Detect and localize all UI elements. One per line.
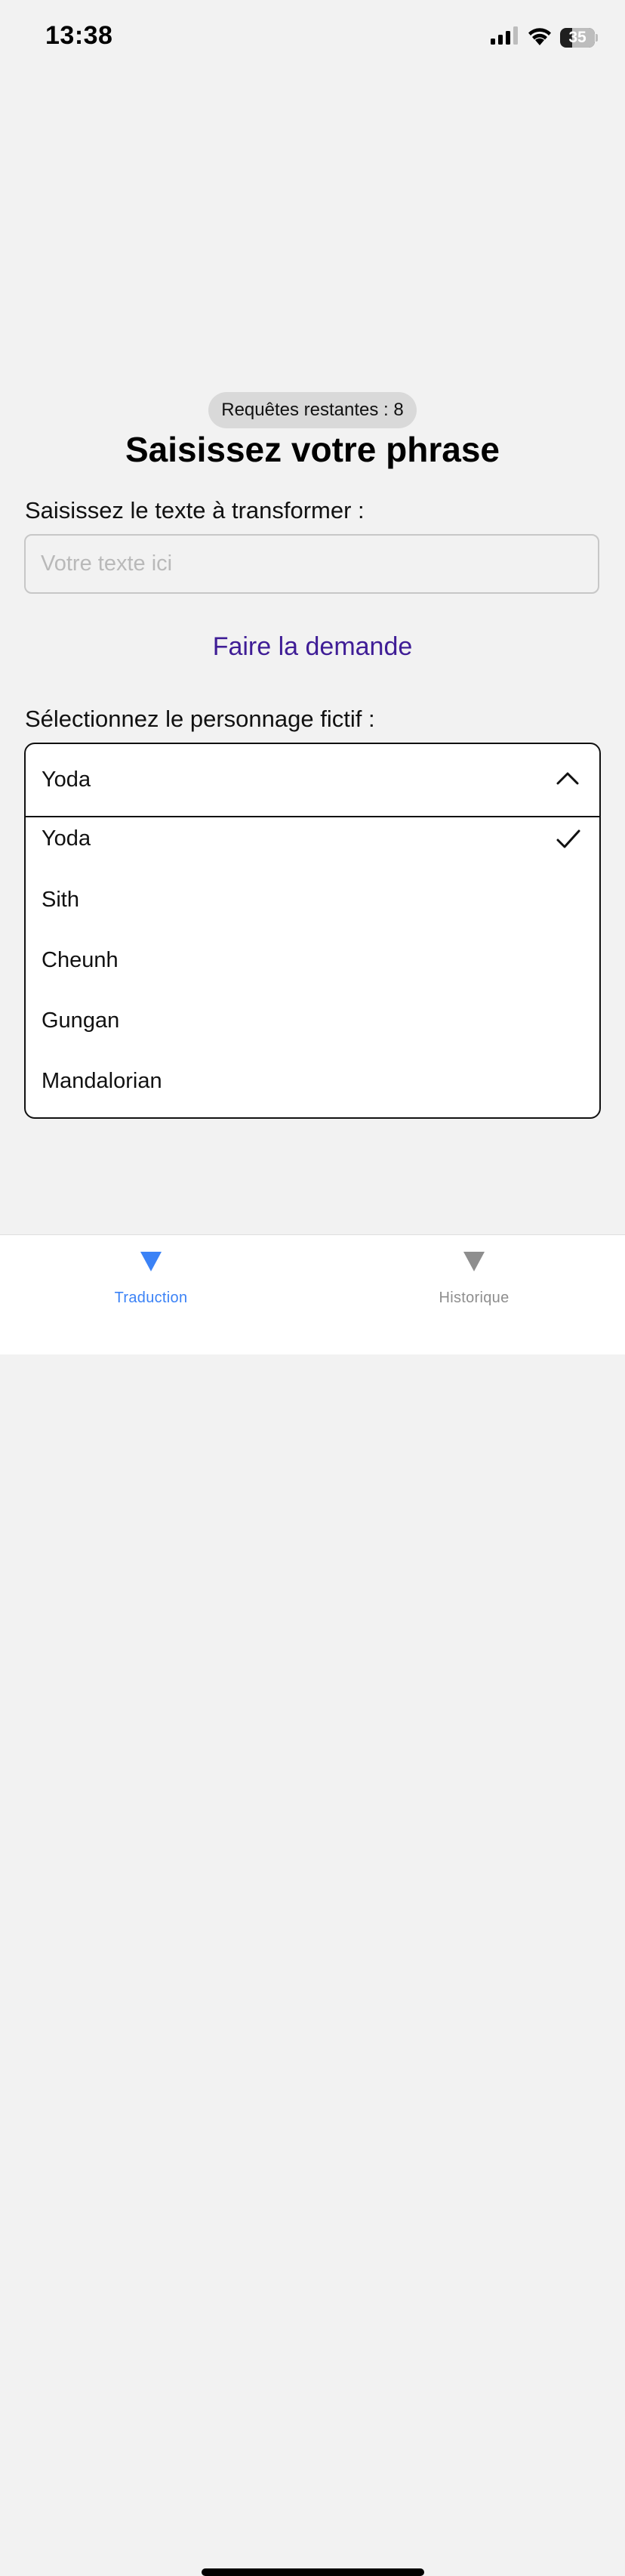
tab-translation[interactable]: Traduction (0, 1235, 312, 1318)
checkmark-icon (556, 829, 580, 848)
character-option-label: Sith (42, 888, 79, 912)
character-option-label: Cheunh (42, 948, 119, 972)
text-input-label: Saisissez le texte à transformer : (25, 497, 365, 524)
selected-character: Yoda (42, 768, 91, 792)
character-option-label: Mandalorian (42, 1069, 162, 1093)
character-option-mandalorian[interactable]: Mandalorian (26, 1059, 599, 1117)
tab-bar: Traduction Historique (0, 1234, 625, 2576)
character-option-yoda[interactable]: Yoda (26, 817, 599, 878)
character-option-label: Gungan (42, 1008, 120, 1033)
status-time: 13:38 (45, 21, 113, 50)
battery-icon: 35 (560, 27, 598, 48)
tab-history-label: Historique (439, 1290, 510, 1306)
character-option-label: Yoda (42, 826, 91, 851)
chevron-up-icon (556, 772, 579, 785)
text-input[interactable] (24, 534, 599, 594)
battery-level: 35 (568, 28, 587, 46)
tab-history[interactable]: Historique (312, 1235, 625, 1318)
triangle-down-icon (463, 1252, 485, 1271)
tab-translation-label: Traduction (114, 1290, 188, 1306)
submit-request-button[interactable]: Faire la demande (0, 627, 625, 666)
cellular-signal-icon (491, 26, 519, 48)
home-indicator (202, 2568, 424, 2576)
status-icons: 35 (491, 26, 598, 49)
character-dropdown-toggle[interactable]: Yoda (26, 744, 599, 817)
character-options-list: Yoda Sith Cheunh Gungan Mandalorian (26, 817, 599, 1117)
character-select-label: Sélectionnez le personnage fictif : (25, 706, 375, 732)
character-option-gungan[interactable]: Gungan (26, 999, 599, 1059)
remaining-requests-badge: Requêtes restantes : 8 (208, 392, 417, 428)
wifi-icon (527, 26, 553, 49)
character-option-sith[interactable]: Sith (26, 878, 599, 938)
character-dropdown: Yoda Yoda Sith Cheunh Gungan Mandalorian (24, 743, 601, 1119)
character-option-cheunh[interactable]: Cheunh (26, 938, 599, 999)
triangle-down-icon (140, 1252, 162, 1271)
status-bar: 13:38 35 (0, 0, 625, 76)
page-title: Saisissez votre phrase (125, 430, 500, 469)
